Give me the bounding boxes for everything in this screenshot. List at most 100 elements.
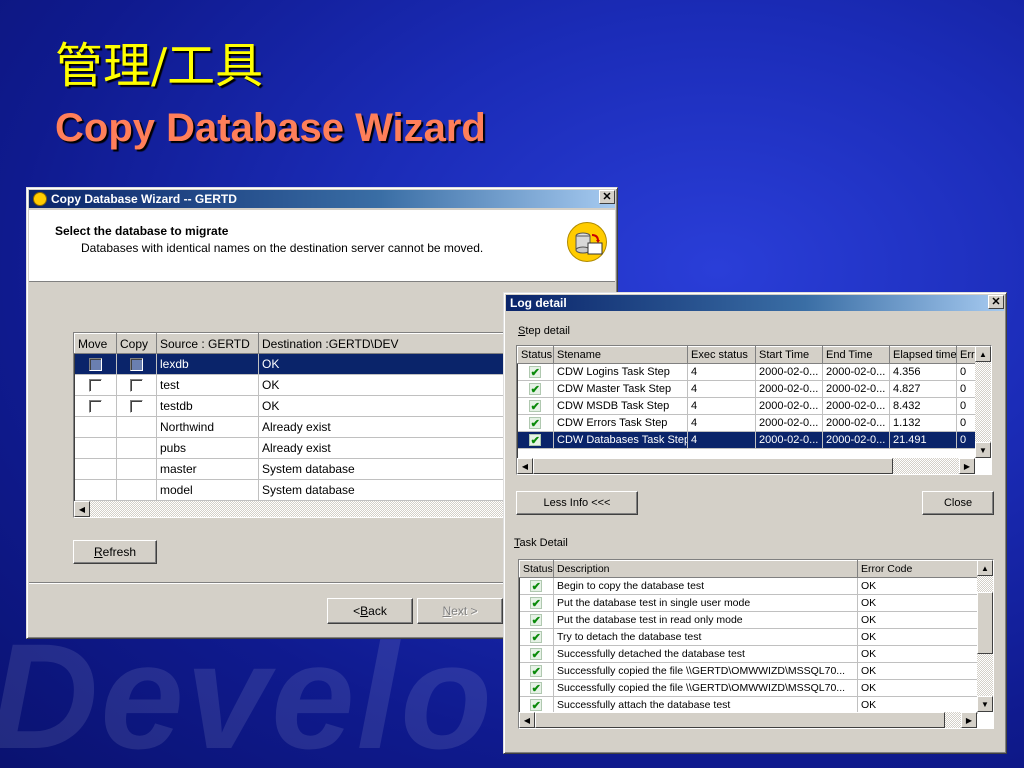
- column-header-destination[interactable]: Destination :GERTD\DEV: [258, 333, 542, 354]
- column-header-source[interactable]: Source : GERTD: [156, 333, 259, 354]
- elapsed-time-cell: 8.432: [889, 397, 957, 415]
- task-col-error-code[interactable]: Error Code: [857, 560, 978, 578]
- copy-cell: [116, 479, 157, 501]
- task-error-code-cell: OK: [857, 696, 978, 714]
- move-cell: [74, 353, 117, 375]
- task-hscroll-thumb[interactable]: [535, 712, 945, 728]
- task-vscroll-thumb[interactable]: [977, 592, 993, 654]
- step-col-status[interactable]: Status: [517, 346, 554, 364]
- elapsed-time-cell: 4.356: [889, 363, 957, 381]
- task-description-cell: Successfully copied the file \\GERTD\OMW…: [553, 679, 858, 697]
- step-scroll-right-button[interactable]: ▶: [959, 458, 975, 474]
- exec-status-cell: 4: [687, 397, 756, 415]
- wizard-close-button[interactable]: ✕: [599, 190, 615, 204]
- task-status-cell: ✔: [519, 679, 554, 697]
- database-list[interactable]: Move Copy Source : GERTD Destination :GE…: [73, 332, 543, 518]
- step-detail-list[interactable]: Status Stename Exec status Start Time En…: [516, 345, 992, 475]
- log-detail-window: Log detail ✕ Step detail Status Stename …: [503, 292, 1007, 754]
- source-cell: lexdb: [156, 353, 259, 375]
- success-check-icon: ✔: [530, 664, 543, 678]
- move-cell: [74, 437, 117, 459]
- task-scroll-left-button[interactable]: ◀: [519, 712, 535, 728]
- table-row[interactable]: lexdb OK: [74, 353, 542, 375]
- less-info-button[interactable]: Less Info <<<: [516, 491, 638, 515]
- log-titlebar: Log detail: [506, 295, 1004, 311]
- column-header-move[interactable]: Move: [74, 333, 117, 354]
- move-checkbox[interactable]: [88, 400, 102, 414]
- back-prefix: <: [353, 604, 361, 618]
- log-close-icon-button[interactable]: ✕: [988, 295, 1004, 309]
- step-row[interactable]: ✔ CDW Errors Task Step 4 2000-02-0... 2000-0…: [517, 414, 978, 432]
- task-row[interactable]: ✔ Begin to copy the database test OK: [519, 577, 978, 595]
- task-description-cell: Successfully detached the database test: [553, 645, 858, 663]
- close-button[interactable]: Close: [922, 491, 994, 515]
- back-button[interactable]: < Back: [327, 598, 413, 624]
- step-scroll-up-button[interactable]: ▲: [975, 346, 991, 362]
- success-check-icon: ✔: [529, 416, 542, 430]
- step-row[interactable]: ✔ CDW Databases Task Step 4 2000-02-0... 200…: [517, 431, 978, 449]
- task-error-code-cell: OK: [857, 611, 978, 629]
- task-error-code-cell: OK: [857, 662, 978, 680]
- step-status-cell: ✔: [517, 363, 554, 381]
- task-row[interactable]: ✔ Successfully detached the database test…: [519, 645, 978, 663]
- task-description-cell: Put the database test in read only mode: [553, 611, 858, 629]
- step-hscroll-thumb[interactable]: [533, 458, 893, 474]
- move-checkbox[interactable]: [88, 358, 102, 372]
- refresh-access-key: R: [93, 545, 103, 559]
- task-row[interactable]: ✔ Put the database test in read only mode…: [519, 611, 978, 629]
- step-row[interactable]: ✔ CDW MSDB Task Step 4 2000-02-0... 2000-02-…: [517, 397, 978, 415]
- step-col-end-time[interactable]: End Time: [822, 346, 890, 364]
- step-col-start-time[interactable]: Start Time: [755, 346, 823, 364]
- start-time-cell: 2000-02-0...: [755, 414, 823, 432]
- step-scroll-down-button[interactable]: ▼: [975, 442, 991, 458]
- copy-cell: [116, 458, 157, 480]
- step-col-elapsed-time[interactable]: Elapsed time: [889, 346, 957, 364]
- table-row[interactable]: model System database: [74, 479, 542, 501]
- step-scroll-left-button[interactable]: ◀: [517, 458, 533, 474]
- task-list-vscroll[interactable]: ▲ ▼: [977, 560, 993, 712]
- step-row[interactable]: ✔ CDW Logins Task Step 4 2000-02-0... 2000-0…: [517, 363, 978, 381]
- task-row[interactable]: ✔ Successfully copied the file \\GERTD\OM…: [519, 679, 978, 697]
- end-time-cell: 2000-02-0...: [822, 380, 890, 398]
- task-scroll-right-button[interactable]: ▶: [961, 712, 977, 728]
- step-row[interactable]: ✔ CDW Master Task Step 4 2000-02-0... 2000-0…: [517, 380, 978, 398]
- column-header-copy[interactable]: Copy: [116, 333, 157, 354]
- task-col-description[interactable]: Description: [553, 560, 858, 578]
- task-row[interactable]: ✔ Successfully copied the file \\GERTD\OM…: [519, 662, 978, 680]
- exec-status-cell: 4: [687, 414, 756, 432]
- copy-checkbox[interactable]: [130, 358, 143, 372]
- table-row[interactable]: Northwind Already exist: [74, 416, 542, 438]
- copy-checkbox[interactable]: [130, 379, 143, 393]
- move-checkbox[interactable]: [88, 379, 102, 393]
- task-detail-label: Task Detail: [514, 537, 568, 549]
- task-row[interactable]: ✔ Try to detach the database test OK: [519, 628, 978, 646]
- success-check-icon: ✔: [530, 579, 543, 593]
- task-scroll-down-button[interactable]: ▼: [977, 696, 993, 712]
- task-error-code-cell: OK: [857, 594, 978, 612]
- end-time-cell: 2000-02-0...: [822, 363, 890, 381]
- table-row[interactable]: testdb OK: [74, 395, 542, 417]
- refresh-button[interactable]: Refresh: [73, 540, 157, 564]
- task-status-cell: ✔: [519, 696, 554, 714]
- task-row[interactable]: ✔ Successfully attach the database test OK: [519, 696, 978, 714]
- step-col-exec-status[interactable]: Exec status: [687, 346, 756, 364]
- task-list-hscroll[interactable]: ◀ ▶: [519, 712, 977, 728]
- copy-checkbox[interactable]: [130, 400, 143, 414]
- task-scroll-up-button[interactable]: ▲: [977, 560, 993, 576]
- scroll-left-button[interactable]: ◀: [74, 501, 90, 517]
- table-row[interactable]: pubs Already exist: [74, 437, 542, 459]
- table-row[interactable]: master System database: [74, 458, 542, 480]
- table-row[interactable]: test OK: [74, 374, 542, 396]
- database-list-hscroll[interactable]: ◀: [74, 501, 542, 517]
- step-list-hscroll[interactable]: ◀ ▶: [517, 458, 975, 474]
- next-button[interactable]: Next >: [417, 598, 503, 624]
- success-check-icon: ✔: [530, 630, 543, 644]
- step-status-cell: ✔: [517, 380, 554, 398]
- step-list-vscroll[interactable]: ▲ ▼: [975, 346, 991, 458]
- step-col-stename[interactable]: Stename: [553, 346, 688, 364]
- task-detail-list[interactable]: Status Description Error Code ✔ Begin to …: [518, 559, 994, 729]
- task-row[interactable]: ✔ Put the database test in single user mo…: [519, 594, 978, 612]
- success-check-icon: ✔: [530, 647, 543, 661]
- success-check-icon: ✔: [530, 681, 543, 695]
- task-col-status[interactable]: Status: [519, 560, 554, 578]
